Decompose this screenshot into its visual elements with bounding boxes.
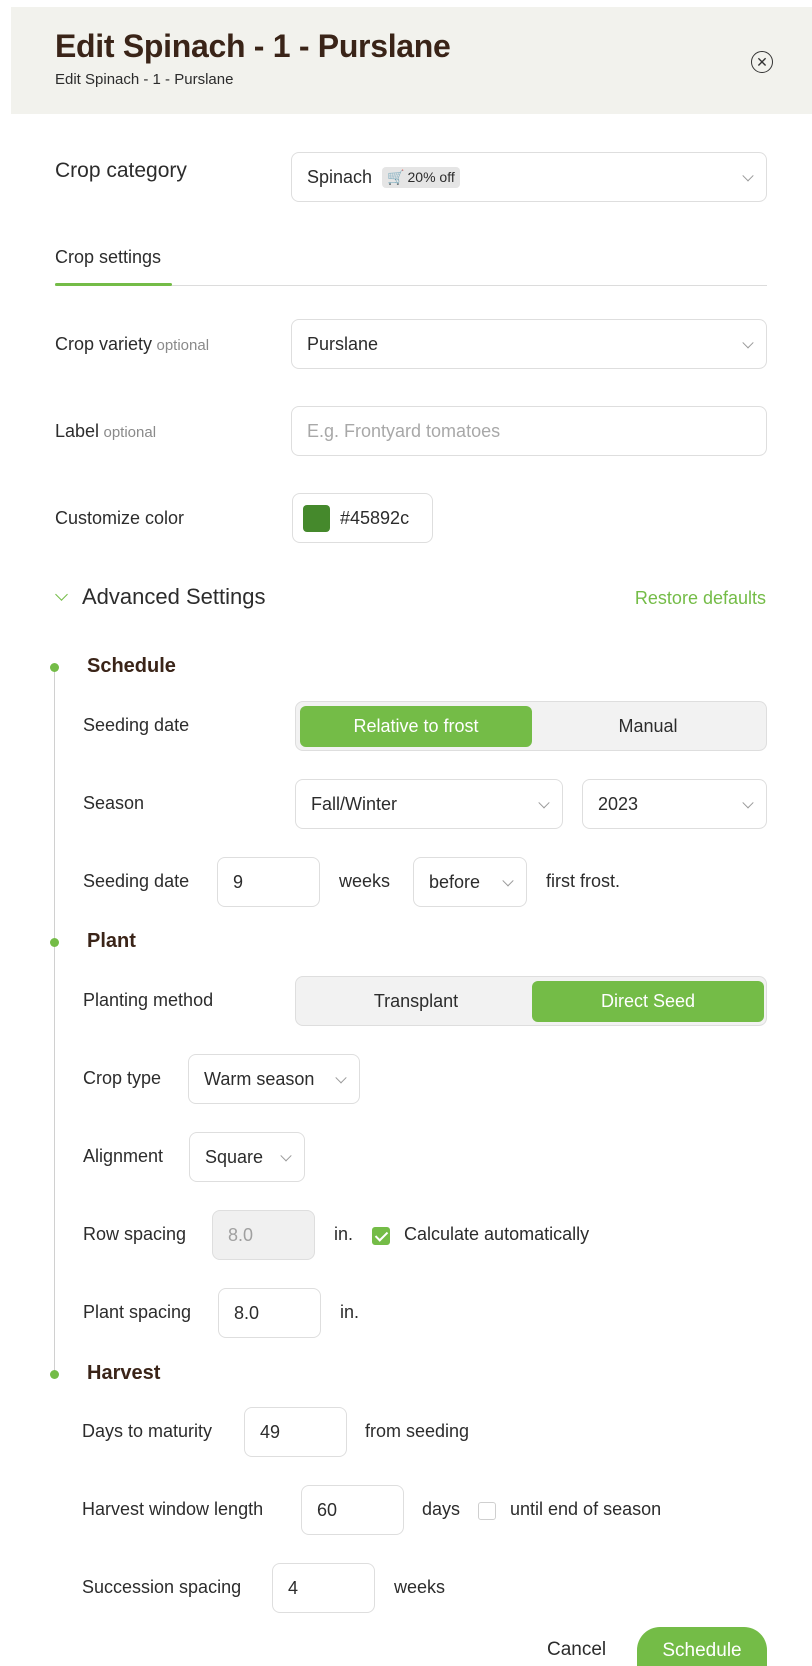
timeline-line: [54, 668, 55, 1374]
tab-active-indicator: [55, 283, 172, 286]
chevron-down-icon: [742, 170, 754, 182]
planting-method-label: Planting method: [83, 990, 214, 1010]
crop-variety-label-text: Crop variety: [55, 334, 153, 354]
row-spacing-input[interactable]: 8.0: [212, 1210, 315, 1260]
crop-category-value: Spinach: [307, 166, 373, 187]
cancel-button[interactable]: Cancel: [547, 1639, 606, 1661]
seeding-date-label: Seeding date: [83, 871, 190, 891]
chevron-down-icon[interactable]: [55, 588, 68, 601]
discount-badge: 🛒 20% off: [382, 166, 460, 188]
cart-icon: 🛒: [387, 168, 405, 185]
frost-relation-select[interactable]: before: [413, 857, 527, 907]
dialog-title: Edit Spinach - 1 - Purslane: [55, 28, 451, 64]
chevron-down-icon: [742, 337, 754, 349]
days-unit: days: [422, 1499, 461, 1519]
crop-variety-select[interactable]: Purslane: [291, 319, 767, 369]
label-field-label: Label optional: [55, 421, 156, 442]
calculate-automatically-label: Calculate automatically: [404, 1224, 590, 1244]
discount-badge-label: 20% off: [407, 169, 455, 185]
close-icon[interactable]: ✕: [751, 51, 773, 73]
chevron-down-icon: [335, 1072, 347, 1084]
schedule-heading: Schedule: [87, 655, 176, 677]
restore-defaults-link[interactable]: Restore defaults: [635, 588, 766, 609]
harvest-window-label: Harvest window length: [82, 1499, 264, 1519]
crop-type-label: Crop type: [83, 1068, 162, 1088]
tab-crop-settings[interactable]: Crop settings: [55, 247, 161, 268]
seg-manual[interactable]: Manual: [532, 706, 764, 747]
succession-spacing-input[interactable]: 4: [272, 1563, 375, 1613]
crop-variety-value: Purslane: [307, 333, 379, 354]
timeline-dot: [50, 1370, 59, 1379]
customize-color-label: Customize color: [55, 508, 185, 528]
calculate-automatically-checkbox[interactable]: [372, 1227, 390, 1245]
crop-type-select[interactable]: Warm season: [188, 1054, 360, 1104]
plant-heading: Plant: [87, 930, 136, 952]
alignment-label: Alignment: [83, 1146, 164, 1166]
days-to-maturity-label: Days to maturity: [82, 1421, 213, 1441]
year-select[interactable]: 2023: [582, 779, 767, 829]
frost-relation-value: before: [429, 871, 481, 892]
season-label: Season: [83, 793, 145, 813]
row-spacing-unit: in.: [334, 1224, 354, 1244]
color-picker[interactable]: #45892c: [292, 493, 433, 543]
year-value: 2023: [598, 793, 639, 814]
from-seeding-text: from seeding: [365, 1421, 470, 1441]
chevron-down-icon: [502, 875, 514, 887]
plant-spacing-unit: in.: [340, 1302, 360, 1322]
advanced-settings-toggle[interactable]: Advanced Settings: [82, 584, 265, 610]
seeding-weeks-input[interactable]: 9: [217, 857, 320, 907]
first-frost-text: first frost.: [546, 871, 621, 891]
timeline-dot: [50, 663, 59, 672]
label-field-label-text: Label: [55, 421, 100, 441]
weeks-unit: weeks: [339, 871, 391, 891]
seeding-mode-label: Seeding date: [83, 715, 190, 735]
seeding-mode-toggle: Relative to frost Manual: [295, 701, 767, 751]
crop-type-value: Warm season: [204, 1068, 315, 1089]
chevron-down-icon: [742, 797, 754, 809]
dialog-subtitle: Edit Spinach - 1 - Purslane: [55, 71, 234, 88]
crop-category-label: Crop category: [55, 159, 187, 182]
seg-relative-to-frost[interactable]: Relative to frost: [300, 706, 532, 747]
crop-category-select[interactable]: Spinach 🛒 20% off: [291, 152, 767, 202]
chevron-down-icon: [280, 1150, 292, 1162]
color-swatch: [303, 504, 330, 532]
plant-spacing-label: Plant spacing: [83, 1302, 192, 1322]
days-to-maturity-input[interactable]: 49: [244, 1407, 347, 1457]
color-hex-value: #45892c: [340, 507, 410, 528]
succession-spacing-label: Succession spacing: [82, 1577, 242, 1597]
until-end-of-season-checkbox[interactable]: [478, 1502, 496, 1520]
until-end-of-season-label: until end of season: [510, 1499, 662, 1519]
succession-weeks-unit: weeks: [394, 1577, 446, 1597]
crop-variety-label: Crop variety optional: [55, 334, 209, 355]
timeline-dot: [50, 938, 59, 947]
harvest-window-input[interactable]: 60: [301, 1485, 404, 1535]
seg-transplant[interactable]: Transplant: [300, 981, 532, 1022]
season-value: Fall/Winter: [311, 793, 398, 814]
dialog-header: Edit Spinach - 1 - Purslane Edit Spinach…: [11, 7, 812, 114]
optional-tag: optional: [156, 337, 210, 354]
planting-method-toggle: Transplant Direct Seed: [295, 976, 767, 1026]
seg-direct-seed[interactable]: Direct Seed: [532, 981, 764, 1022]
season-select[interactable]: Fall/Winter: [295, 779, 563, 829]
optional-tag: optional: [103, 424, 157, 441]
schedule-button[interactable]: Schedule: [637, 1627, 767, 1666]
label-input[interactable]: E.g. Frontyard tomatoes: [291, 406, 767, 456]
harvest-heading: Harvest: [87, 1362, 161, 1384]
alignment-select[interactable]: Square: [189, 1132, 305, 1182]
plant-spacing-input[interactable]: 8.0: [218, 1288, 321, 1338]
alignment-value: Square: [205, 1146, 264, 1167]
row-spacing-label: Row spacing: [83, 1224, 187, 1244]
chevron-down-icon: [538, 797, 550, 809]
